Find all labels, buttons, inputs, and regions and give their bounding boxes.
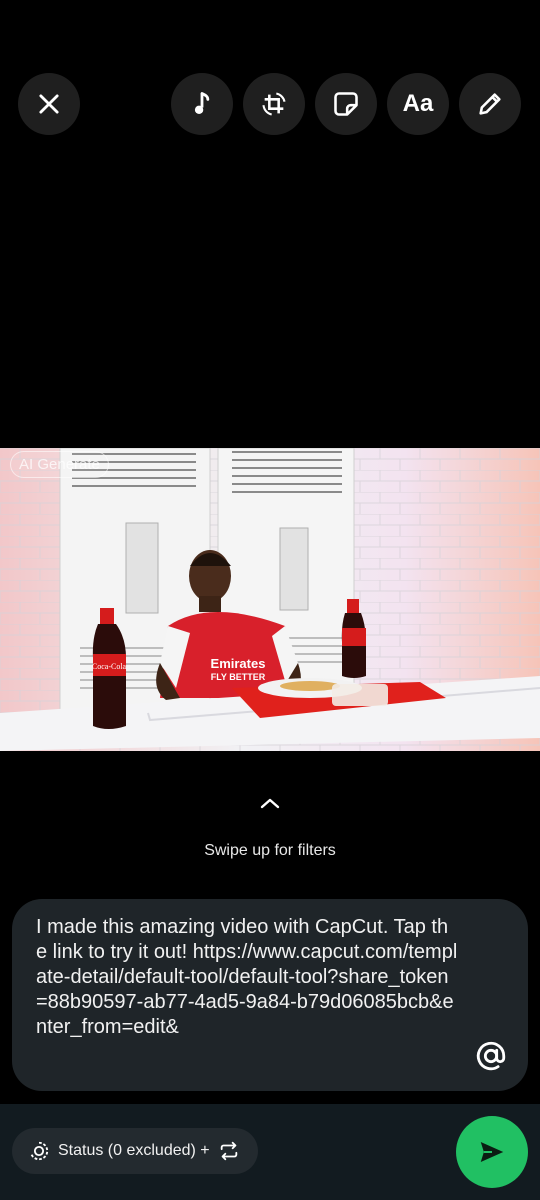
- pencil-icon: [479, 93, 501, 115]
- ai-generate-badge: AI Generate: [10, 451, 109, 478]
- caption-input[interactable]: I made this amazing video with CapCut. T…: [12, 899, 528, 1091]
- sticker-icon: [334, 92, 358, 116]
- close-icon: [39, 94, 59, 114]
- draw-button[interactable]: [459, 73, 521, 135]
- music-note-icon: [194, 92, 210, 115]
- status-icon: [30, 1141, 49, 1161]
- swipe-up-indicator[interactable]: [0, 795, 540, 819]
- music-button[interactable]: [171, 73, 233, 135]
- status-audience-button[interactable]: Status (0 excluded) +: [12, 1128, 258, 1174]
- svg-text:Coca-Cola: Coca-Cola: [92, 662, 127, 671]
- bottom-bar: Status (0 excluded) +: [0, 1104, 540, 1200]
- sticker-button[interactable]: [315, 73, 377, 135]
- close-button[interactable]: [18, 73, 80, 135]
- mention-button[interactable]: [472, 1037, 510, 1075]
- caption-text[interactable]: I made this amazing video with CapCut. T…: [36, 915, 458, 1040]
- crop-rotate-button[interactable]: [243, 73, 305, 135]
- text-tool-label: Aa: [402, 90, 434, 117]
- filters-hint: Swipe up for filters: [204, 842, 336, 859]
- media-preview[interactable]: Emirates FLY BETTER Coca-Cola AI Generat…: [0, 448, 540, 751]
- at-sign-icon: [476, 1041, 506, 1071]
- crop-rotate-icon: [262, 92, 286, 116]
- svg-text:FLY BETTER: FLY BETTER: [211, 672, 266, 682]
- send-icon: [480, 1142, 504, 1162]
- svg-text:Emirates: Emirates: [211, 656, 266, 671]
- photo-image: Emirates FLY BETTER Coca-Cola: [0, 448, 540, 751]
- text-tool-button[interactable]: Aa: [387, 73, 449, 135]
- chevron-up-icon: [260, 798, 280, 809]
- repeat-icon: [220, 1141, 237, 1161]
- send-button[interactable]: [456, 1116, 528, 1188]
- status-audience-label: Status (0 excluded) +: [58, 1142, 210, 1159]
